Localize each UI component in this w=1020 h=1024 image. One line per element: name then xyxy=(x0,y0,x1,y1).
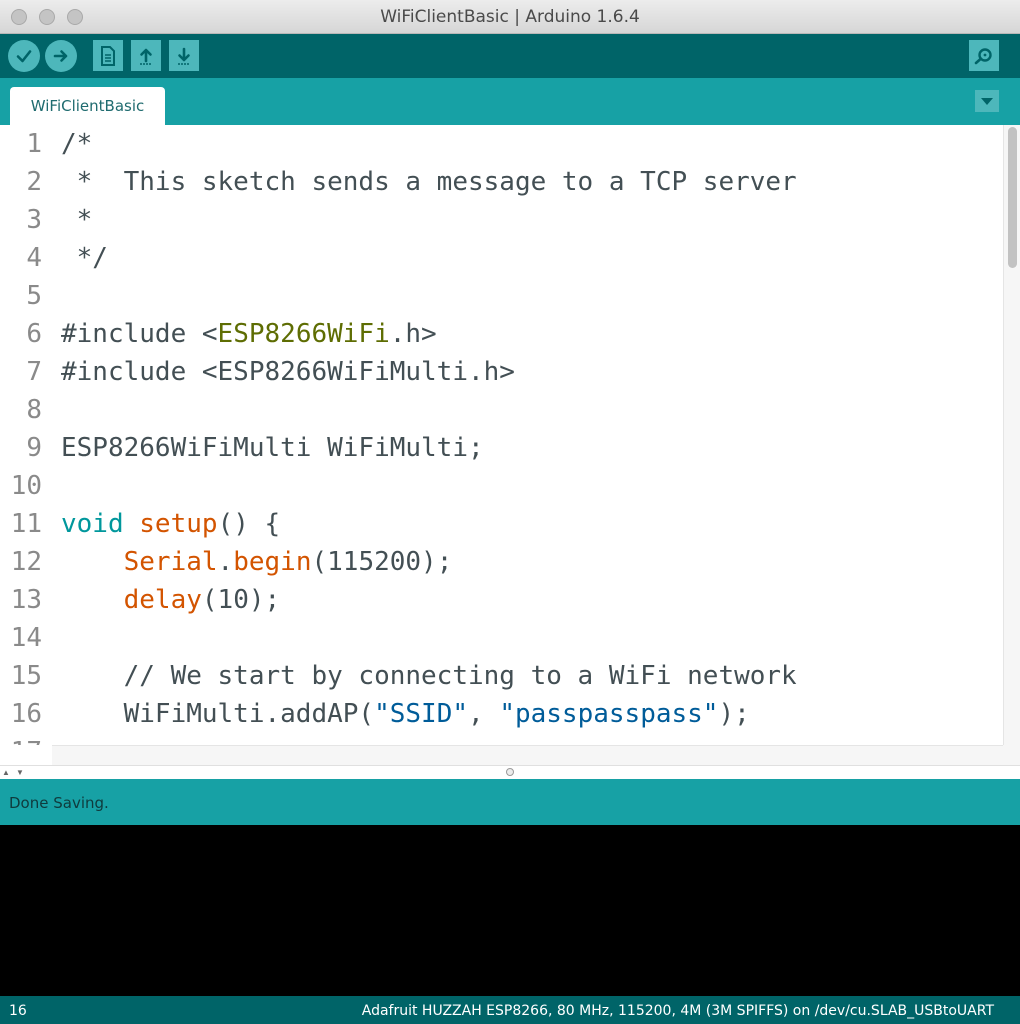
current-line-number: 16 xyxy=(9,1003,27,1019)
line-number: 12 xyxy=(10,547,42,577)
code-line[interactable]: * xyxy=(61,201,1003,239)
tab-menu-button[interactable] xyxy=(975,90,999,112)
magnifier-icon xyxy=(974,47,992,64)
upload-button[interactable] xyxy=(45,40,77,72)
line-number: 14 xyxy=(10,623,42,653)
code-token: .h> xyxy=(389,319,437,349)
code-line[interactable] xyxy=(61,619,1003,657)
code-token: "passpasspass" xyxy=(499,699,719,729)
new-sketch-button[interactable] xyxy=(93,40,123,71)
split-pane-divider[interactable]: ▲ ▼ xyxy=(0,765,1020,779)
toolbar xyxy=(0,34,1020,78)
code-line[interactable]: */ xyxy=(61,239,1003,277)
line-number-gutter: 1234567891011121314151617 xyxy=(0,125,48,745)
code-token: #include <ESP8266WiFiMulti.h> xyxy=(61,357,515,387)
status-message: Done Saving. xyxy=(9,794,109,812)
code-token: setup xyxy=(139,509,218,539)
code-token: */ xyxy=(61,243,108,273)
tab-bar: WiFiClientBasic xyxy=(0,78,1020,125)
code-line[interactable]: void setup() { xyxy=(61,505,1003,543)
code-token: . xyxy=(217,547,234,577)
board-port-info: Adafruit HUZZAH ESP8266, 80 MHz, 115200,… xyxy=(361,1003,994,1019)
code-token: ESP8266WiFi xyxy=(217,319,390,349)
expand-up-icon[interactable]: ▲ xyxy=(2,768,10,777)
code-text-area[interactable]: /* * This sketch sends a message to a TC… xyxy=(61,125,1003,745)
document-icon xyxy=(101,45,115,66)
arrow-up-icon xyxy=(140,48,152,65)
code-token: () { xyxy=(217,509,281,539)
code-token: /* xyxy=(61,129,93,159)
code-line[interactable]: ESP8266WiFiMulti WiFiMulti; xyxy=(61,429,1003,467)
verify-button[interactable] xyxy=(8,40,40,72)
code-line[interactable]: // We start by connecting to a WiFi netw… xyxy=(61,657,1003,695)
arrow-down-icon xyxy=(178,47,190,65)
code-line[interactable]: #include <ESP8266WiFiMulti.h> xyxy=(61,353,1003,391)
line-number: 16 xyxy=(10,699,42,729)
console-output[interactable] xyxy=(0,825,1020,996)
code-line[interactable] xyxy=(61,391,1003,429)
code-line[interactable]: delay(10); xyxy=(61,581,1003,619)
code-token: (115200); xyxy=(311,547,453,577)
code-line[interactable] xyxy=(61,277,1003,315)
code-line[interactable] xyxy=(61,467,1003,505)
code-line[interactable]: Serial.begin(115200); xyxy=(61,543,1003,581)
divider-grip-icon[interactable] xyxy=(506,768,514,776)
open-button[interactable] xyxy=(131,40,161,71)
code-editor[interactable]: 1234567891011121314151617 /* * This sket… xyxy=(0,125,1003,745)
line-number: 6 xyxy=(26,319,42,349)
code-token: // We start by connecting to a WiFi netw… xyxy=(61,661,797,691)
vertical-scrollbar[interactable] xyxy=(1003,125,1020,745)
title-bar: WiFiClientBasic | Arduino 1.6.4 xyxy=(0,0,1020,34)
line-number: 10 xyxy=(10,471,42,501)
line-number: 15 xyxy=(10,661,42,691)
line-number: 3 xyxy=(26,205,42,235)
arrow-right-icon xyxy=(53,50,68,62)
serial-monitor-button[interactable] xyxy=(969,40,999,71)
line-number: 5 xyxy=(26,281,42,311)
line-number: 17 xyxy=(0,733,48,745)
line-number: 7 xyxy=(26,357,42,387)
code-line[interactable]: * This sketch sends a message to a TCP s… xyxy=(61,163,1003,201)
code-token: ); xyxy=(718,699,750,729)
line-number: 11 xyxy=(10,509,42,539)
message-area: Done Saving. xyxy=(0,779,1020,825)
code-token: * This sketch sends a message to a TCP s… xyxy=(61,167,797,197)
code-token: , xyxy=(468,699,500,729)
chevron-down-icon xyxy=(981,97,993,105)
code-line[interactable]: /* xyxy=(61,125,1003,163)
vertical-scrollbar-thumb[interactable] xyxy=(1008,127,1017,268)
code-line[interactable]: #include <ESP8266WiFi.h> xyxy=(61,315,1003,353)
collapse-down-icon[interactable]: ▼ xyxy=(16,768,24,777)
code-token: "SSID" xyxy=(374,699,468,729)
code-token: ESP8266WiFiMulti WiFiMulti; xyxy=(61,433,484,463)
line-number: 8 xyxy=(26,395,42,425)
code-token: Serial xyxy=(123,547,218,577)
line-number: 9 xyxy=(26,433,42,463)
check-icon xyxy=(16,50,32,63)
code-token: #include < xyxy=(61,319,218,349)
line-number: 13 xyxy=(10,585,42,615)
line-number: 2 xyxy=(26,167,42,197)
line-number: 4 xyxy=(26,243,42,273)
code-token: delay xyxy=(123,585,202,615)
code-line[interactable]: WiFiMulti.addAP("SSID", "passpasspass"); xyxy=(61,695,1003,733)
code-line[interactable] xyxy=(61,733,1003,745)
code-token: * xyxy=(61,205,93,235)
line-number: 1 xyxy=(26,129,42,159)
tab-wificlientbasic[interactable]: WiFiClientBasic xyxy=(10,87,165,125)
code-token: begin xyxy=(233,547,312,577)
footer-status-bar: 16 Adafruit HUZZAH ESP8266, 80 MHz, 1152… xyxy=(0,996,1020,1024)
code-token: void xyxy=(61,509,124,539)
window-title: WiFiClientBasic | Arduino 1.6.4 xyxy=(380,7,640,27)
save-button[interactable] xyxy=(169,40,199,71)
horizontal-scrollbar[interactable] xyxy=(52,745,1003,765)
code-token: WiFiMulti.addAP( xyxy=(61,699,375,729)
code-token: (10); xyxy=(201,585,281,615)
